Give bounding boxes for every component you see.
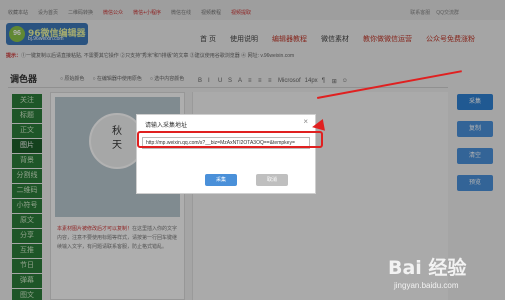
dialog-title: 请输入采集地址 — [145, 123, 188, 129]
annotation-arrowhead — [311, 119, 325, 133]
close-icon[interactable]: × — [303, 117, 308, 126]
annotation-highlight-box — [137, 131, 323, 148]
watermark-url: jingyan.baidu.com — [394, 281, 459, 290]
confirm-collect-button[interactable]: 采集 — [205, 174, 237, 186]
collect-dialog: 请输入采集地址 × http://mp.weixin.qq.com/s?__bi… — [136, 114, 316, 194]
cancel-button[interactable]: 取消 — [256, 174, 288, 186]
watermark-logo: Bai 经验 — [388, 257, 467, 279]
baidu-jingyan-watermark: Bai 经验 jingyan.baidu.com — [388, 253, 500, 297]
